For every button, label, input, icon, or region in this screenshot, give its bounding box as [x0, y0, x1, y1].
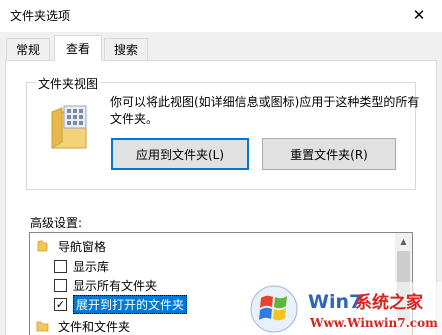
title-bar: 文件夹选项 ✕: [0, 0, 442, 32]
tree-item-show-libraries[interactable]: 显示库: [54, 257, 109, 275]
tree-item-navigation-pane[interactable]: 导航窗格: [36, 237, 106, 255]
tree-item-label: 导航窗格: [58, 239, 107, 254]
window-title: 文件夹选项: [10, 9, 71, 23]
show-all-folders-checkbox[interactable]: [54, 278, 67, 292]
watermark-url: Www.Winwin7.com: [309, 316, 438, 330]
tree-item-label: 显示库: [73, 259, 110, 274]
tab-general-label: 常规: [15, 43, 40, 57]
show-libraries-checkbox[interactable]: [54, 259, 67, 273]
tab-general[interactable]: 常规: [6, 38, 50, 60]
apply-to-folders-button[interactable]: 应用到文件夹(L): [111, 138, 249, 170]
folder-views-title: 文件夹视图: [36, 75, 101, 92]
folder-views-description: 你可以将此视图(如详细信息或图标)应用于这种类型的所有文件夹。: [110, 95, 420, 126]
watermark-brand-suffix: 系统之家: [355, 292, 423, 313]
tree-item-label-selected: 展开到打开的文件夹: [73, 294, 188, 314]
win7-watermark-logo: Win7 系统之家 Www.Winwin7.com: [248, 282, 442, 335]
tab-search-label: 搜索: [113, 43, 138, 57]
tree-item-label: 显示所有文件夹: [73, 278, 158, 293]
tree-item-expand-to-open-folder[interactable]: ✓ 展开到打开的文件夹: [54, 294, 188, 314]
tab-search[interactable]: 搜索: [104, 38, 148, 60]
expand-to-open-folder-checkbox[interactable]: ✓: [54, 297, 67, 311]
tree-item-label: 文件和文件夹: [58, 319, 131, 334]
tab-view-label: 查看: [65, 42, 90, 56]
reset-folders-button[interactable]: 重置文件夹(R): [262, 138, 396, 170]
windows-flag-icon: [250, 285, 298, 333]
tree-item-show-all-folders[interactable]: 显示所有文件夹: [54, 276, 157, 294]
close-button[interactable]: ✕: [396, 0, 442, 30]
tab-view[interactable]: 查看: [54, 35, 102, 61]
close-icon: ✕: [412, 6, 426, 24]
folder-icon: [36, 321, 49, 332]
folder-view-icon: [51, 105, 87, 149]
tree-item-files-and-folders[interactable]: 文件和文件夹: [36, 317, 130, 335]
scroll-up-arrow-icon[interactable]: ▲: [395, 233, 412, 250]
check-mark-icon: ✓: [55, 297, 66, 311]
advanced-settings-label: 高级设置:: [30, 216, 83, 230]
folder-icon: [37, 240, 48, 252]
